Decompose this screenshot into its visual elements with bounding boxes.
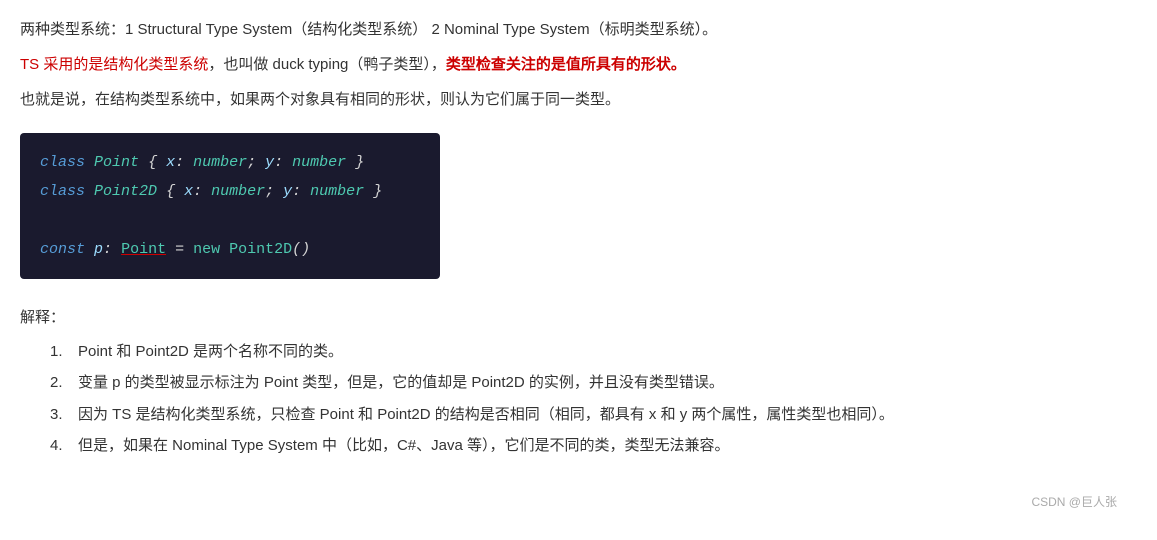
intro-line1: 两种类型系统：1 Structural Type System（结构化类型系统）…	[20, 16, 1120, 43]
explanation-list: 1. Point 和 Point2D 是两个名称不同的类。 2. 变量 p 的类…	[50, 339, 1120, 459]
intro-line3: 也就是说，在结构类型系统中，如果两个对象具有相同的形状，则认为它们属于同一类型。	[20, 86, 1120, 113]
prop-y-2: y	[283, 183, 292, 200]
type-number-2: number	[292, 154, 346, 171]
new-class-point2d: Point2D	[229, 241, 292, 258]
type-number-3: number	[211, 183, 265, 200]
class-name-point: Point	[94, 154, 139, 171]
list-num-2: 2.	[50, 370, 78, 396]
list-num-1: 1.	[50, 339, 78, 365]
list-item: 4. 但是，如果在 Nominal Type System 中（比如，C#、Ja…	[50, 433, 1120, 459]
type-annotation-point: Point	[121, 241, 166, 258]
prop-y-1: y	[265, 154, 274, 171]
class-keyword-1: class	[40, 154, 85, 171]
equals-sign: =	[175, 241, 184, 258]
code-line2: class Point2D { x: number; y: number }	[40, 178, 420, 205]
colon-2: :	[274, 154, 292, 171]
list-content-2: 变量 p 的类型被显示标注为 Point 类型，但是，它的值却是 Point2D…	[78, 370, 1120, 396]
list-item: 1. Point 和 Point2D 是两个名称不同的类。	[50, 339, 1120, 365]
class-name-point2d: Point2D	[94, 183, 157, 200]
intro-line1-text: 两种类型系统：1 Structural Type System（结构化类型系统）…	[20, 21, 717, 38]
class-keyword-2: class	[40, 183, 85, 200]
list-content-4: 但是，如果在 Nominal Type System 中（比如，C#、Java …	[78, 433, 1120, 459]
colon-1: :	[175, 154, 193, 171]
type-number-4: number	[310, 183, 364, 200]
list-num-3: 3.	[50, 402, 78, 428]
watermark: CSDN @巨人张	[1031, 492, 1117, 512]
prop-x-1: x	[166, 154, 175, 171]
intro-line2-normal2: ，也叫做 duck typing（鸭子类型），	[208, 56, 446, 73]
colon-3: :	[193, 183, 211, 200]
explanation-label-text: 解释：	[20, 309, 65, 326]
code-line3: const p: Point = new Point2D()	[40, 236, 420, 263]
colon-4: :	[292, 183, 310, 200]
intro-line2: TS 采用的是结构化类型系统，也叫做 duck typing（鸭子类型），类型检…	[20, 51, 1120, 78]
list-num-4: 4.	[50, 433, 78, 459]
brace-close-1: }	[355, 154, 364, 171]
const-keyword: const	[40, 241, 85, 258]
brace-open-2: {	[166, 183, 184, 200]
explanation-label: 解释：	[20, 305, 1120, 331]
brace-close-2: }	[373, 183, 382, 200]
list-item: 2. 变量 p 的类型被显示标注为 Point 类型，但是，它的值却是 Poin…	[50, 370, 1120, 396]
semi-1: ;	[247, 154, 265, 171]
brace-open-1: {	[148, 154, 166, 171]
intro-line2-red1: TS 采用的是结构化类型系统	[20, 56, 208, 73]
list-content-3: 因为 TS 是结构化类型系统，只检查 Point 和 Point2D 的结构是否…	[78, 402, 1120, 428]
semi-2: ;	[265, 183, 283, 200]
prop-x-2: x	[184, 183, 193, 200]
new-keyword: new	[193, 241, 220, 258]
list-item: 3. 因为 TS 是结构化类型系统，只检查 Point 和 Point2D 的结…	[50, 402, 1120, 428]
intro-line2-red2: 类型检查关注的是值所具有的形状。	[446, 56, 686, 73]
intro-line3-text: 也就是说，在结构类型系统中，如果两个对象具有相同的形状，则认为它们属于同一类型。	[20, 91, 620, 108]
type-number-1: number	[193, 154, 247, 171]
code-line1: class Point { x: number; y: number }	[40, 149, 420, 176]
list-content-1: Point 和 Point2D 是两个名称不同的类。	[78, 339, 1120, 365]
code-block: class Point { x: number; y: number } cla…	[20, 133, 440, 279]
watermark-text: CSDN @巨人张	[1031, 495, 1117, 509]
parens: ()	[292, 241, 310, 258]
code-line-empty	[40, 207, 420, 234]
